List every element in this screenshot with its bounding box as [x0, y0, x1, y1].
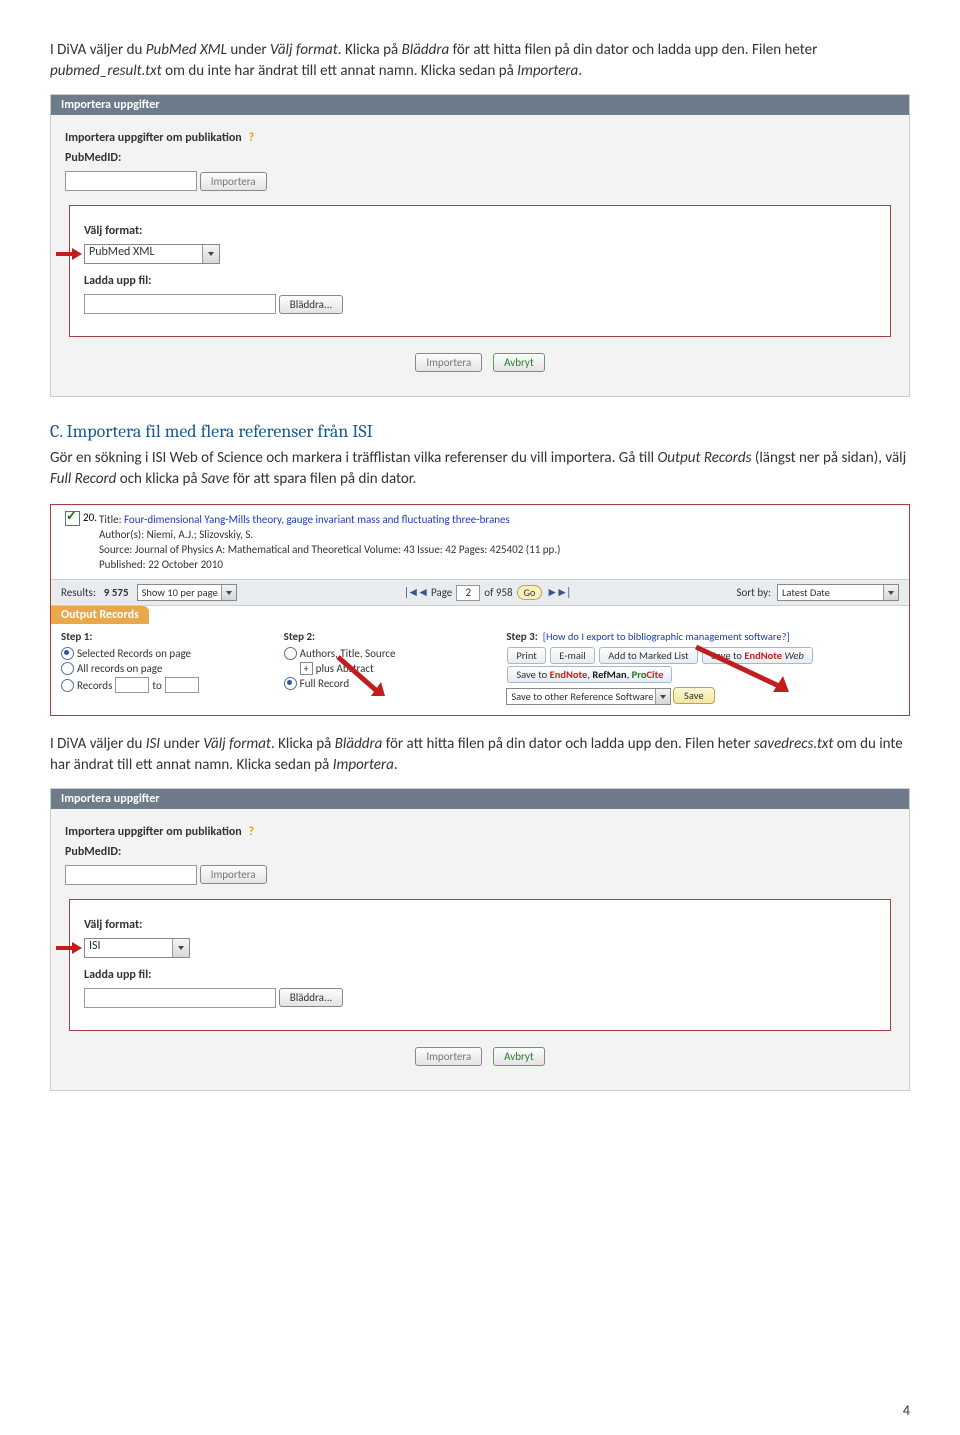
- range-from-input[interactable]: [115, 677, 149, 693]
- import-panel-isi: Importera uppgifter Importera uppgifter …: [50, 788, 910, 1091]
- valj-format-label: Välj format:: [84, 918, 142, 932]
- first-page-icon[interactable]: |◄◄: [404, 585, 427, 600]
- red-arrow-icon: [333, 652, 393, 702]
- email-button[interactable]: E-mail: [550, 647, 594, 664]
- importera-button-footer[interactable]: Importera: [415, 1047, 482, 1066]
- next-page-icon[interactable]: ►►|: [546, 585, 569, 600]
- radio-full-record[interactable]: [284, 677, 297, 690]
- intro-paragraph-1: I DiVA väljer du PubMed XML under Välj f…: [50, 40, 910, 82]
- print-button[interactable]: Print: [507, 647, 545, 664]
- red-arrow-icon: [691, 642, 801, 698]
- step-1: Step 1: Selected Records on page All rec…: [61, 630, 268, 705]
- section-c-paragraph: Gör en sökning i ISI Web of Science och …: [50, 448, 910, 490]
- plus-abstract-toggle[interactable]: +: [300, 662, 313, 675]
- radio-authors-title[interactable]: [284, 647, 297, 660]
- radio-records-range[interactable]: [61, 679, 74, 692]
- pubmedid-label: PubMedID:: [65, 845, 121, 859]
- per-page-select[interactable]: Show 10 per page: [137, 584, 237, 601]
- ladda-upp-label: Ladda upp fil:: [84, 968, 151, 982]
- help-icon[interactable]: ?: [248, 131, 254, 145]
- browse-button[interactable]: Bläddra...: [279, 988, 344, 1007]
- sort-select[interactable]: Latest Date: [777, 584, 899, 601]
- result-title-link[interactable]: Four-dimensional Yang-Mills theory, gaug…: [124, 513, 510, 526]
- other-software-select[interactable]: Save to other Reference Software: [506, 688, 670, 705]
- format-select[interactable]: ISI: [84, 938, 190, 958]
- result-checkbox[interactable]: [65, 511, 80, 526]
- red-arrow-icon: [56, 248, 82, 260]
- isi-results-box: 20. Title: Four-dimensional Yang-Mills t…: [50, 504, 910, 716]
- pub-label: Importera uppgifter om publikation: [65, 131, 242, 145]
- pubmedid-input[interactable]: [65, 865, 197, 885]
- avbryt-button[interactable]: Avbryt: [493, 1047, 545, 1066]
- ladda-upp-label: Ladda upp fil:: [84, 274, 151, 288]
- results-pager-bar: Results: 9 575 Show 10 per page |◄◄ Page…: [51, 579, 909, 606]
- valj-format-label: Välj format:: [84, 224, 142, 238]
- range-to-input[interactable]: [165, 677, 199, 693]
- panel-header: Importera uppgifter: [51, 95, 909, 115]
- avbryt-button[interactable]: Avbryt: [493, 353, 545, 372]
- panel-header: Importera uppgifter: [51, 789, 909, 809]
- intro-paragraph-2: I DiVA väljer du ISI under Välj format. …: [50, 734, 910, 776]
- radio-selected-records[interactable]: [61, 647, 74, 660]
- save-endnote-refman-button[interactable]: Save to EndNote, RefMan, ProCite: [507, 666, 672, 683]
- file-path-input[interactable]: [84, 988, 276, 1008]
- pub-label: Importera uppgifter om publikation: [65, 825, 242, 839]
- section-c-heading: C. Importera fil med flera referenser fr…: [50, 421, 910, 442]
- browse-button[interactable]: Bläddra...: [279, 295, 344, 314]
- page-number: 4: [903, 1402, 910, 1419]
- page-input[interactable]: 2: [456, 585, 480, 601]
- import-panel-pubmed: Importera uppgifter Importera uppgifter …: [50, 94, 910, 397]
- add-marked-button[interactable]: Add to Marked List: [599, 647, 697, 664]
- results-label: Results:: [61, 586, 96, 599]
- radio-all-records[interactable]: [61, 662, 74, 675]
- importera-button[interactable]: Importera: [200, 865, 267, 884]
- output-records-tab: Output Records: [51, 606, 149, 624]
- format-select[interactable]: PubMed XML: [84, 244, 220, 264]
- result-number: 20.: [83, 511, 97, 524]
- help-icon[interactable]: ?: [248, 825, 254, 839]
- results-count: 9 575: [104, 586, 129, 599]
- file-path-input[interactable]: [84, 294, 276, 314]
- go-button[interactable]: Go: [517, 585, 543, 600]
- pubmedid-input[interactable]: [65, 171, 197, 191]
- importera-button[interactable]: Importera: [200, 172, 267, 191]
- red-arrow-icon: [56, 942, 82, 954]
- pubmedid-label: PubMedID:: [65, 151, 121, 165]
- importera-button-footer[interactable]: Importera: [415, 353, 482, 372]
